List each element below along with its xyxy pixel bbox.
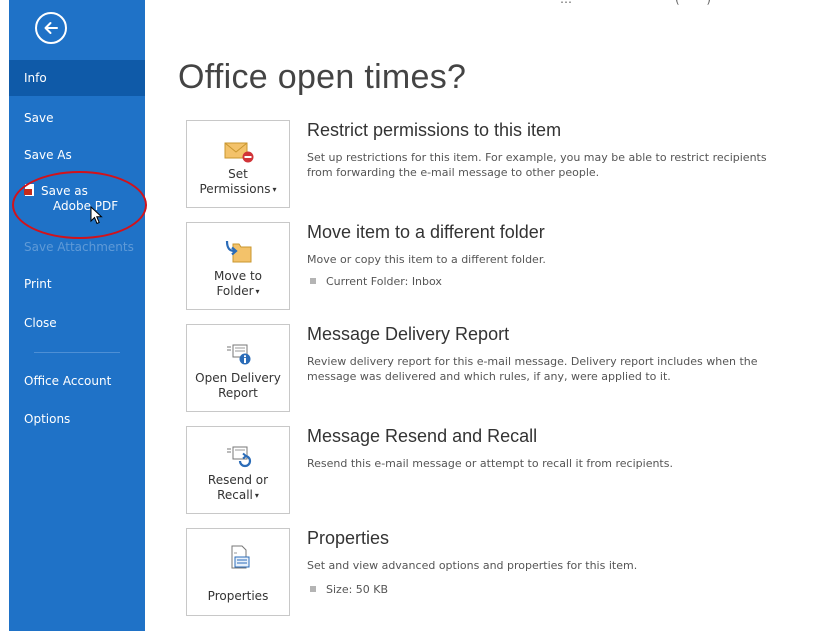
move-to-folder-label: Move to Folder ▾	[213, 269, 263, 298]
section-delivery-report: Open Delivery Report Message Delivery Re…	[186, 324, 801, 412]
nav-close-label: Close	[24, 316, 57, 330]
resend-or-recall-label: Resend or Recall ▾	[207, 473, 269, 502]
nav-print-label: Print	[24, 277, 52, 291]
nav-save-as-label: Save As	[24, 148, 72, 162]
size-detail: Size: 50 KB	[307, 583, 388, 596]
move-to-folder-button[interactable]: Move to Folder ▾	[186, 222, 290, 310]
section-properties: Properties Properties Set and view advan…	[186, 528, 801, 616]
nav-info[interactable]: Info	[9, 60, 145, 96]
dropdown-caret-icon: ▾	[254, 491, 259, 500]
properties-icon	[231, 545, 250, 569]
nav-save-attachments: Save Attachments	[9, 237, 145, 257]
title-bar-partial-text: … · · · · · · · · · · · · · ( · · · )	[560, 0, 711, 6]
mouse-pointer-icon	[90, 206, 103, 225]
nav-close[interactable]: Close	[9, 313, 145, 333]
bullet-icon	[310, 278, 316, 284]
dropdown-caret-icon: ▾	[255, 287, 260, 296]
bullet-icon	[310, 586, 316, 592]
nav-save-as-pdf-label-line1: Save as	[41, 184, 88, 198]
section-resend-recall: Resend or Recall ▾ Message Resend and Rec…	[186, 426, 801, 514]
section-move: Move to Folder ▾ Move item to a different…	[186, 222, 801, 310]
set-permissions-button[interactable]: Set Permissions ▾	[186, 120, 290, 208]
set-permissions-label: Set Permissions ▾	[199, 167, 277, 196]
move-description: Move or copy this item to a different fo…	[307, 253, 546, 266]
resend-or-recall-button[interactable]: Resend or Recall ▾	[186, 426, 290, 514]
nav-save-as-adobe-pdf[interactable]: Save as Adobe PDF	[9, 184, 145, 218]
back-arrow-icon	[44, 22, 58, 34]
nav-options-label: Options	[24, 412, 71, 426]
nav-office-account-label: Office Account	[24, 374, 112, 388]
nav-info-label: Info	[24, 71, 47, 85]
delivery-report-description: Review delivery report for this e-mail m…	[307, 355, 758, 383]
delivery-report-title: Message Delivery Report	[307, 324, 510, 344]
resend-recall-title: Message Resend and Recall	[307, 426, 538, 446]
open-delivery-report-button[interactable]: Open Delivery Report	[186, 324, 290, 412]
nav-office-account[interactable]: Office Account	[9, 371, 145, 391]
sidebar-divider	[34, 352, 120, 353]
permissions-description: Set up restrictions for this item. For e…	[307, 151, 767, 179]
left-gutter	[0, 0, 9, 631]
move-folder-icon	[225, 240, 252, 263]
backstage-sidebar: Info Save Save As Save as Adobe PDF Save…	[9, 0, 145, 631]
nav-save-label: Save	[24, 111, 54, 125]
delivery-report-icon	[227, 344, 251, 365]
properties-button[interactable]: Properties	[186, 528, 290, 616]
nav-save-as-pdf-label-line2: Adobe PDF	[53, 199, 119, 213]
open-delivery-report-label: Open Delivery Report	[195, 371, 281, 400]
properties-description: Set and view advanced options and proper…	[307, 559, 638, 572]
adobe-pdf-icon	[24, 184, 35, 196]
properties-button-label: Properties	[207, 589, 269, 603]
move-title: Move item to a different folder	[307, 222, 545, 242]
permissions-title: Restrict permissions to this item	[307, 120, 562, 140]
dropdown-caret-icon: ▾	[272, 185, 277, 194]
current-folder-detail: Current Folder: Inbox	[307, 275, 442, 288]
nav-options[interactable]: Options	[9, 409, 145, 429]
page-title: Office open times?	[178, 58, 467, 96]
back-button[interactable]	[35, 12, 67, 44]
section-permissions: Set Permissions ▾ Restrict permissions to…	[186, 120, 801, 208]
nav-save-attachments-label: Save Attachments	[24, 240, 134, 254]
envelope-restrict-icon	[224, 142, 254, 163]
resend-recall-icon	[227, 446, 252, 468]
properties-title: Properties	[307, 528, 390, 548]
nav-print[interactable]: Print	[9, 274, 145, 294]
nav-save-as[interactable]: Save As	[9, 145, 145, 165]
resend-recall-description: Resend this e-mail message or attempt to…	[307, 457, 673, 470]
nav-save[interactable]: Save	[9, 108, 145, 128]
